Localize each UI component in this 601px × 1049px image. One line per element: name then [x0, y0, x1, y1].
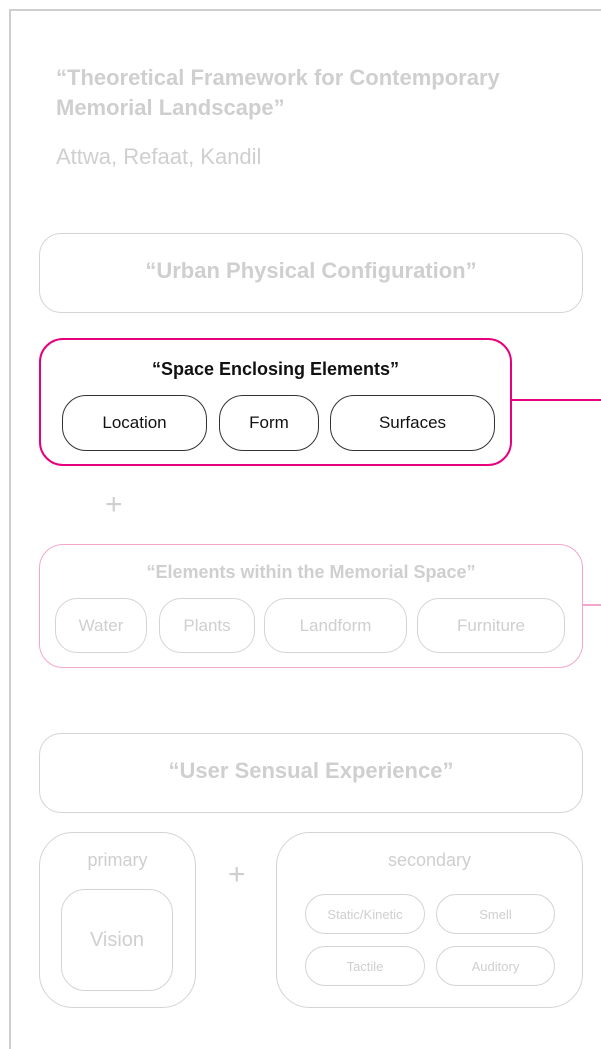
- plants-pill[interactable]: Plants: [159, 598, 255, 653]
- landform-pill[interactable]: Landform: [264, 598, 407, 653]
- secondary-senses-box[interactable]: secondary Static/Kinetic Smell Tactile A…: [276, 832, 583, 1008]
- vision-pill[interactable]: Vision: [61, 889, 173, 991]
- form-pill[interactable]: Form: [219, 395, 319, 451]
- elements-within-box[interactable]: “Elements within the Memorial Space” Wat…: [39, 544, 583, 668]
- primary-label: primary: [87, 850, 148, 870]
- urban-configuration-box[interactable]: “Urban Physical Configuration”: [39, 233, 583, 313]
- primary-senses-box[interactable]: primary Vision: [39, 832, 196, 1008]
- space-enclosing-box[interactable]: “Space Enclosing Elements” Location Form…: [39, 338, 512, 466]
- smell-pill[interactable]: Smell: [436, 894, 555, 934]
- user-experience-box[interactable]: “User Sensual Experience”: [39, 733, 583, 813]
- paper-title: “Theoretical Framework for Contemporary …: [56, 65, 500, 120]
- space-enclosing-heading: “Space Enclosing Elements”: [151, 359, 400, 379]
- location-pill[interactable]: Location: [62, 395, 207, 451]
- secondary-label: secondary: [387, 850, 472, 870]
- auditory-pill[interactable]: Auditory: [436, 946, 555, 986]
- join-plus-sign: +: [105, 488, 123, 521]
- paper-authors: Attwa, Refaat, Kandil: [56, 144, 262, 169]
- water-pill[interactable]: Water: [55, 598, 147, 653]
- tactile-pill[interactable]: Tactile: [305, 946, 425, 986]
- urban-configuration-heading: “Urban Physical Configuration”: [145, 258, 477, 283]
- static-kinetic-pill[interactable]: Static/Kinetic: [305, 894, 425, 934]
- sense-plus-sign: +: [228, 858, 246, 891]
- surfaces-pill[interactable]: Surfaces: [330, 395, 495, 451]
- elements-within-connector: [583, 604, 601, 606]
- elements-within-heading: “Elements within the Memorial Space”: [146, 562, 476, 582]
- user-experience-heading: “User Sensual Experience”: [168, 758, 454, 783]
- furniture-pill[interactable]: Furniture: [417, 598, 565, 653]
- space-enclosing-connector: [512, 399, 601, 401]
